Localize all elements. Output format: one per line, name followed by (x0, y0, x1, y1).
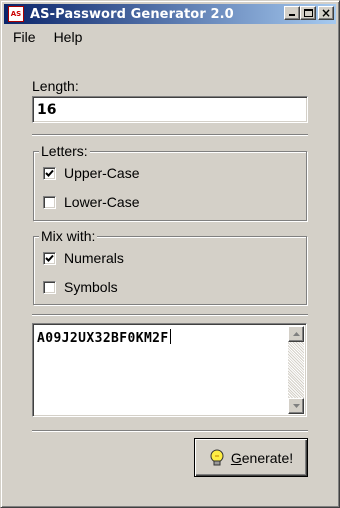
scroll-down-button[interactable] (288, 398, 304, 414)
arrow-up-icon (292, 332, 300, 336)
numerals-label: Numerals (64, 250, 124, 266)
lower-case-label: Lower-Case (64, 194, 140, 210)
mix-group: Mix with: Numerals Symbols (33, 228, 307, 305)
symbols-option[interactable]: Symbols (43, 279, 118, 295)
symbols-label: Symbols (64, 279, 118, 295)
separator (32, 430, 308, 432)
length-label: Length: (32, 78, 79, 94)
upper-case-checkbox[interactable] (43, 166, 56, 180)
generate-label: Generate! (230, 449, 294, 466)
generate-button[interactable]: Generate! (194, 438, 308, 477)
lightbulb-icon (210, 449, 224, 465)
window-title: AS-Password Generator 2.0 (30, 6, 234, 22)
mix-legend: Mix with: (39, 228, 98, 244)
maximize-icon (304, 9, 313, 17)
lower-case-option[interactable]: Lower-Case (43, 194, 139, 210)
arrow-down-icon (292, 404, 300, 408)
password-text[interactable]: A09J2UX32BF0KM2F (37, 329, 171, 346)
symbols-checkbox[interactable] (43, 280, 56, 294)
menu-help[interactable]: Help (45, 27, 92, 47)
length-field[interactable] (32, 96, 308, 123)
numerals-option[interactable]: Numerals (43, 250, 124, 266)
separator (32, 314, 308, 316)
password-output[interactable]: A09J2UX32BF0KM2F (32, 323, 307, 417)
minimize-button[interactable] (284, 6, 300, 20)
checkmark-icon (45, 254, 54, 262)
close-button[interactable]: × (318, 6, 334, 20)
minimize-icon (289, 14, 295, 16)
upper-case-label: Upper-Case (64, 165, 140, 181)
letters-group: Letters: Upper-Case Lower-Case (33, 143, 307, 221)
scroll-up-button[interactable] (288, 326, 304, 342)
checkmark-icon (45, 169, 54, 177)
title-bar[interactable]: AS AS-Password Generator 2.0 × (4, 4, 336, 24)
app-icon[interactable]: AS (8, 6, 24, 22)
upper-case-option[interactable]: Upper-Case (43, 165, 139, 181)
letters-legend: Letters: (39, 143, 90, 159)
app-window: AS AS-Password Generator 2.0 × File Help… (0, 0, 340, 508)
text-caret (169, 329, 171, 344)
menu-bar: File Help (4, 27, 336, 47)
length-input[interactable] (35, 99, 305, 120)
separator (32, 134, 308, 136)
lower-case-checkbox[interactable] (43, 195, 56, 209)
menu-file[interactable]: File (4, 27, 45, 47)
numerals-checkbox[interactable] (43, 251, 56, 265)
maximize-button[interactable] (300, 6, 316, 20)
close-icon: × (320, 6, 332, 20)
vertical-scrollbar[interactable] (288, 326, 304, 414)
